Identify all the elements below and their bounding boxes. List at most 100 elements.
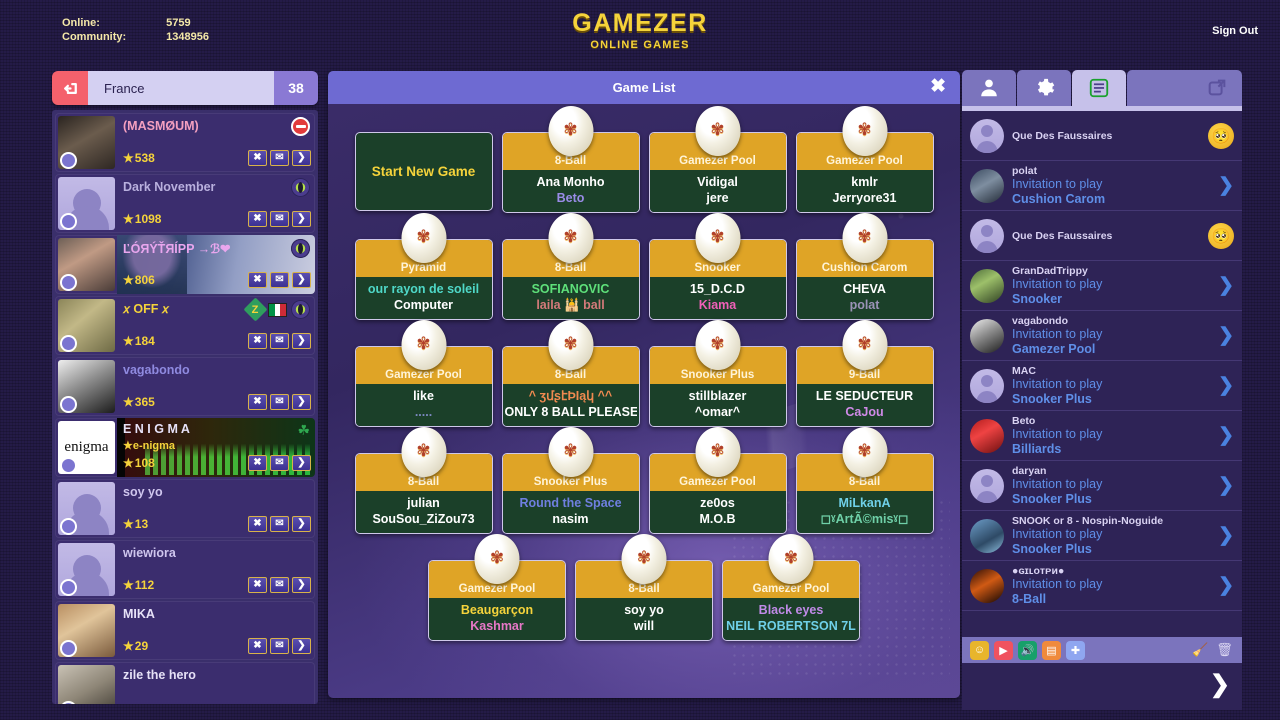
message-player-button[interactable]: ✉: [270, 577, 289, 593]
open-invitation-chevron-icon[interactable]: ❯: [1218, 274, 1234, 297]
invitation-row[interactable]: ●ɢɪʟᴏᴛᴘи● Invitation to play 8-Ball ❯: [962, 561, 1242, 611]
open-player-button[interactable]: ❯: [292, 577, 311, 593]
message-player-button[interactable]: ✉: [270, 333, 289, 349]
open-player-button[interactable]: ❯: [292, 394, 311, 410]
game-card[interactable]: ✾ 8-Ball julian SouSou_ZiZou73: [354, 427, 493, 534]
game-player-1: LE SEDUCTEUR: [815, 389, 914, 403]
remove-player-button[interactable]: ✖: [248, 333, 267, 349]
open-player-button[interactable]: ❯: [292, 455, 311, 471]
start-new-game-button[interactable]: Start New Game: [354, 132, 493, 211]
invitation-line: Invitation to play: [1012, 526, 1103, 541]
player-row[interactable]: ĽÓЯÝŤЯÍPP →ℬ❤ ★806 ✖ ✉ ❯: [55, 235, 315, 294]
close-icon[interactable]: ✖: [930, 77, 946, 97]
game-player-1: SOFIANOVIC: [531, 282, 610, 296]
game-card[interactable]: ✾ Gamezer Pool Beaugarçon Kashmar: [428, 534, 566, 641]
game-card[interactable]: ✾ Gamezer Pool kmlr Jerryore31: [795, 106, 934, 213]
sign-out-button[interactable]: Sign Out: [1212, 25, 1258, 37]
player-row[interactable]: wiewiora ★112 ✖ ✉ ❯: [55, 540, 315, 599]
game-card[interactable]: ✾ Snooker Plus stillblazer ^omar^: [648, 320, 787, 427]
player-actions: ✖ ✉ ❯: [248, 272, 311, 288]
invitation-sender: MAC: [1012, 364, 1036, 377]
player-row[interactable]: MIKA ★29 ✖ ✉ ❯: [55, 601, 315, 660]
remove-player-button[interactable]: ✖: [248, 272, 267, 288]
back-arrow-icon[interactable]: [52, 71, 88, 105]
remove-player-button[interactable]: ✖: [248, 455, 267, 471]
game-card[interactable]: ✾ 8-Ball ^ ʒմʂէÞӀąկ ^^ ONLY 8 BALL PLEASE: [501, 320, 640, 427]
open-player-button[interactable]: ❯: [292, 272, 311, 288]
invitation-list[interactable]: Que Des Faussaires 🥺 polat Invitation to pl…: [962, 111, 1242, 637]
open-player-button[interactable]: ❯: [292, 516, 311, 532]
game-card[interactable]: ✾ Pyramid our rayon de soleil Computer: [354, 213, 493, 320]
player-list[interactable]: (MASMØUM) ★538 ✖ ✉ ❯ Dark November ★1098 ✖ ✉ ❯ ĽÓЯ…: [52, 110, 318, 704]
game-card[interactable]: ✾ Gamezer Pool ze0os M.O.B: [648, 427, 787, 534]
open-invitation-chevron-icon[interactable]: ❯: [1218, 524, 1234, 547]
game-card[interactable]: ✾ 8-Ball Ana Monho Beto: [501, 106, 640, 213]
open-invitation-chevron-icon[interactable]: ❯: [1218, 474, 1234, 497]
profile-tab[interactable]: [962, 70, 1016, 106]
player-row[interactable]: 𝑥 OFF 𝑥 ★184 Z ✖ ✉ ❯: [55, 296, 315, 355]
game-card-players: ^ ʒմʂէÞӀąկ ^^ ONLY 8 BALL PLEASE: [502, 384, 639, 426]
player-row[interactable]: (MASMØUM) ★538 ✖ ✉ ❯: [55, 113, 315, 172]
notes-icon[interactable]: ▤: [1042, 640, 1061, 660]
message-player-button[interactable]: ✉: [270, 272, 289, 288]
remove-player-button[interactable]: ✖: [248, 394, 267, 410]
invitation-row[interactable]: Que Des Faussaires 🥺: [962, 111, 1242, 161]
message-player-button[interactable]: ✉: [270, 516, 289, 532]
play-icon[interactable]: ▶: [994, 640, 1013, 660]
game-card[interactable]: ✾ 8-Ball MiLkanA ◻ˠArtÃ©misˠ◻: [795, 427, 934, 534]
player-row[interactable]: Dark November ★1098 ✖ ✉ ❯: [55, 174, 315, 233]
open-player-button[interactable]: ❯: [292, 638, 311, 654]
message-player-button[interactable]: ✉: [270, 455, 289, 471]
invitation-row[interactable]: SNOOK or 8 - Nospin-Noguide Invitation to…: [962, 511, 1242, 561]
invitation-row[interactable]: daryan Invitation to play Snooker Plus ❯: [962, 461, 1242, 511]
trash-icon[interactable]: 🗑: [1215, 641, 1234, 660]
invitation-row[interactable]: polat Invitation to play Cushion Carom ❯: [962, 161, 1242, 211]
invitation-row[interactable]: Que Des Faussaires 🥺: [962, 211, 1242, 261]
invitation-row[interactable]: vagabondo Invitation to play Gamezer Pool ❯: [962, 311, 1242, 361]
invitation-row[interactable]: MAC Invitation to play Snooker Plus ❯: [962, 361, 1242, 411]
add-icon[interactable]: ✚: [1066, 640, 1085, 660]
game-card[interactable]: ✾ 8-Ball SOFIANOVIC laila 🕌 ball: [501, 213, 640, 320]
player-row[interactable]: zile the hero: [55, 662, 315, 704]
messages-tab[interactable]: [1072, 70, 1126, 106]
open-invitation-chevron-icon[interactable]: ❯: [1218, 324, 1234, 347]
chat-input-area[interactable]: ❯: [962, 663, 1242, 710]
popout-tab[interactable]: [1127, 70, 1242, 106]
game-card[interactable]: ✾ Snooker Plus Round the Space nasim: [501, 427, 640, 534]
message-player-button[interactable]: ✉: [270, 394, 289, 410]
remove-player-button[interactable]: ✖: [248, 150, 267, 166]
invitation-row[interactable]: GranDadTrippy Invitation to play Snooker ❯: [962, 261, 1242, 311]
settings-tab[interactable]: [1017, 70, 1071, 106]
game-card[interactable]: ✾ Cushion Carom CHEVA polat: [795, 213, 934, 320]
remove-player-button[interactable]: ✖: [248, 211, 267, 227]
player-subname: ★e-nigma: [123, 440, 176, 452]
player-row[interactable]: vagabondo ★365 ✖ ✉ ❯: [55, 357, 315, 416]
sound-icon[interactable]: 🔊: [1018, 640, 1037, 660]
open-invitation-chevron-icon[interactable]: ❯: [1218, 374, 1234, 397]
game-card[interactable]: ✾ 9-Ball LE SEDUCTEUR CaJou: [795, 320, 934, 427]
game-card[interactable]: ✾ Gamezer Pool Vidigal jere: [648, 106, 787, 213]
emoji-icon[interactable]: ☺: [970, 640, 989, 660]
open-player-button[interactable]: ❯: [292, 150, 311, 166]
message-player-button[interactable]: ✉: [270, 211, 289, 227]
game-card[interactable]: ✾ Snooker 15_D.C.D Kiama: [648, 213, 787, 320]
player-actions: ✖ ✉ ❯: [248, 211, 311, 227]
invitation-row[interactable]: Beto Invitation to play Billiards ❯: [962, 411, 1242, 461]
open-player-button[interactable]: ❯: [292, 333, 311, 349]
remove-player-button[interactable]: ✖: [248, 577, 267, 593]
open-player-button[interactable]: ❯: [292, 211, 311, 227]
open-invitation-chevron-icon[interactable]: ❯: [1218, 424, 1234, 447]
open-invitation-chevron-icon[interactable]: ❯: [1218, 174, 1234, 197]
player-row[interactable]: soy yo ★13 ✖ ✉ ❯: [55, 479, 315, 538]
player-row[interactable]: enigma E N I G M A ★e-nigma ★108 ☘ ✖ ✉ ❯: [55, 418, 315, 477]
open-invitation-chevron-icon[interactable]: ❯: [1218, 574, 1234, 597]
remove-player-button[interactable]: ✖: [248, 638, 267, 654]
game-card[interactable]: ✾ Gamezer Pool like.....: [354, 320, 493, 427]
broom-icon[interactable]: 🧹: [1191, 641, 1210, 660]
message-player-button[interactable]: ✉: [270, 150, 289, 166]
remove-player-button[interactable]: ✖: [248, 516, 267, 532]
game-card[interactable]: ✾ Gamezer Pool Black eyes NEIL ROBERTSON 7L: [722, 534, 860, 641]
message-player-button[interactable]: ✉: [270, 638, 289, 654]
chat-send-button[interactable]: ❯: [1210, 671, 1230, 699]
game-card[interactable]: ✾ 8-Ball soy yo will: [575, 534, 713, 641]
